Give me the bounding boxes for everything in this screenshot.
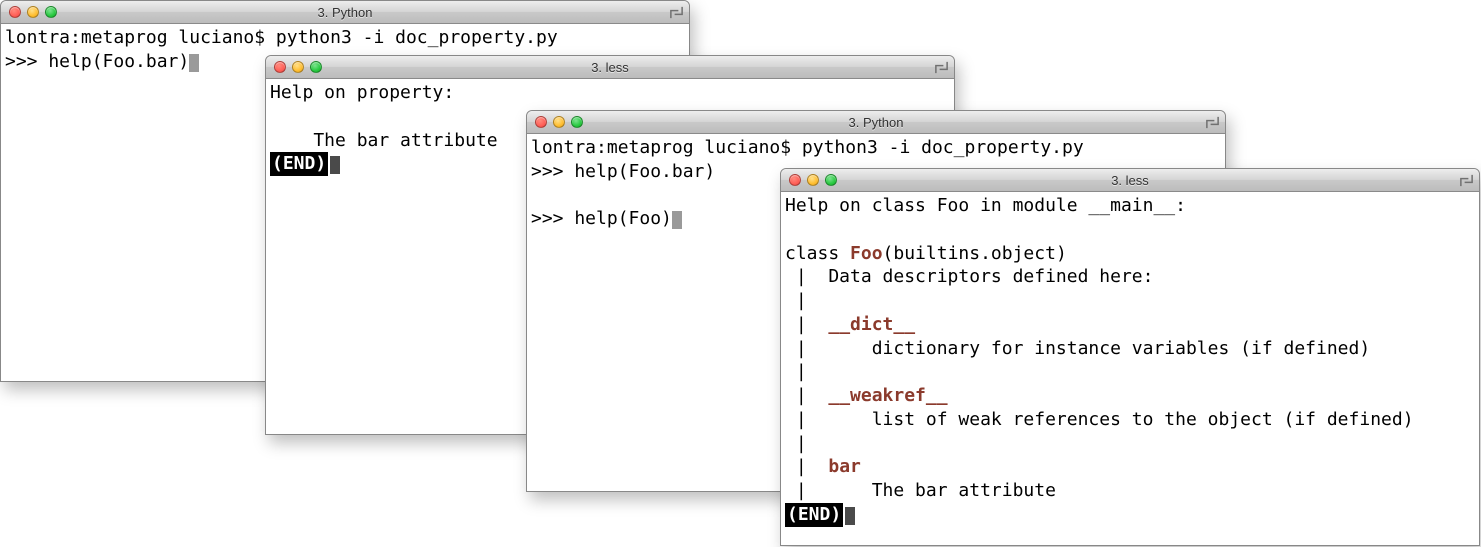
cursor-icon <box>672 211 682 229</box>
cursor-icon <box>189 54 199 72</box>
traffic-lights <box>1 6 65 18</box>
line: >>> help(Foo) <box>531 208 672 229</box>
zoom-icon[interactable] <box>310 61 322 73</box>
line: >>> help(Foo.bar) <box>531 161 715 182</box>
cursor-icon <box>330 156 340 174</box>
line: | Data descriptors defined here: <box>785 266 1153 287</box>
traffic-lights <box>527 116 591 128</box>
toggle-toolbar-icon[interactable] <box>1205 115 1220 130</box>
window-title: 3. Python <box>527 115 1225 130</box>
line-part: | <box>785 385 828 406</box>
class-name: Foo <box>850 243 883 264</box>
line: Help on property: <box>270 82 454 103</box>
minimize-icon[interactable] <box>807 174 819 186</box>
toggle-toolbar-icon[interactable] <box>669 5 684 20</box>
end-marker: (END) <box>270 152 328 176</box>
traffic-lights <box>781 174 845 186</box>
attr-name: __dict__ <box>828 314 915 335</box>
titlebar[interactable]: 3. Python <box>527 111 1225 134</box>
toggle-toolbar-icon[interactable] <box>934 60 949 75</box>
end-marker: (END) <box>785 503 843 527</box>
traffic-lights <box>266 61 330 73</box>
close-icon[interactable] <box>535 116 547 128</box>
titlebar[interactable]: 3. Python <box>1 1 689 24</box>
line-part: (builtins.object) <box>883 243 1067 264</box>
line: | list of weak references to the object … <box>785 409 1414 430</box>
cursor-icon <box>845 507 855 525</box>
line: >>> help(Foo.bar) <box>5 51 189 72</box>
line: The bar attribute <box>270 130 498 151</box>
line: | The bar attribute <box>785 480 1056 501</box>
line-part: class <box>785 243 850 264</box>
minimize-icon[interactable] <box>292 61 304 73</box>
line: lontra:metaprog luciano$ python3 -i doc_… <box>5 27 558 48</box>
window-title: 3. Python <box>1 5 689 20</box>
titlebar[interactable]: 3. less <box>781 169 1479 192</box>
window-less-2[interactable]: 3. less Help on class Foo in module __ma… <box>780 168 1480 546</box>
line: lontra:metaprog luciano$ python3 -i doc_… <box>531 137 1084 158</box>
line: | <box>785 361 807 382</box>
close-icon[interactable] <box>9 6 21 18</box>
line-part: | <box>785 314 828 335</box>
window-title: 3. less <box>266 60 954 75</box>
line: Help on class Foo in module __main__: <box>785 195 1186 216</box>
line: | dictionary for instance variables (if … <box>785 338 1370 359</box>
toggle-toolbar-icon[interactable] <box>1459 173 1474 188</box>
attr-name: __weakref__ <box>828 385 947 406</box>
line: | <box>785 290 807 311</box>
window-title: 3. less <box>781 173 1479 188</box>
line-part: | <box>785 456 828 477</box>
attr-name: bar <box>828 456 861 477</box>
line: | <box>785 433 807 454</box>
close-icon[interactable] <box>274 61 286 73</box>
minimize-icon[interactable] <box>553 116 565 128</box>
close-icon[interactable] <box>789 174 801 186</box>
minimize-icon[interactable] <box>27 6 39 18</box>
titlebar[interactable]: 3. less <box>266 56 954 79</box>
terminal-content[interactable]: Help on class Foo in module __main__: cl… <box>781 192 1479 529</box>
zoom-icon[interactable] <box>571 116 583 128</box>
zoom-icon[interactable] <box>45 6 57 18</box>
zoom-icon[interactable] <box>825 174 837 186</box>
